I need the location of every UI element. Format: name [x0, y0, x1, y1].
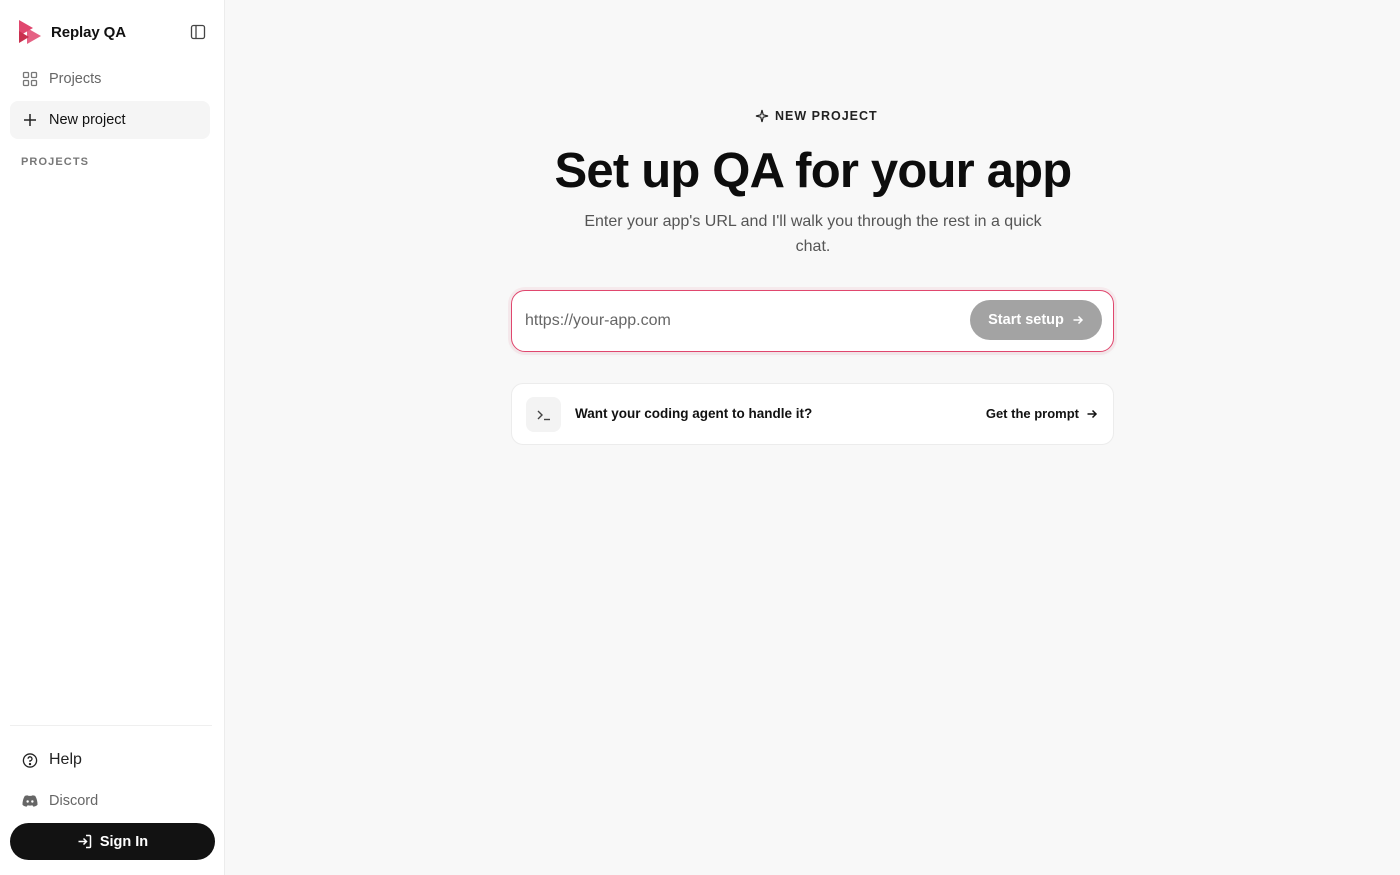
grid-icon: [22, 71, 38, 87]
sparkle-icon: [755, 109, 769, 123]
sidebar-toggle-icon[interactable]: [188, 22, 208, 42]
help-circle-icon: [22, 752, 38, 768]
eyebrow: NEW PROJECT: [755, 108, 878, 124]
discord-label: Discord: [49, 793, 99, 809]
help-label: Help: [49, 751, 82, 768]
sidebar-item-label: New project: [49, 112, 126, 128]
coding-agent-text: Want your coding agent to handle it?: [575, 406, 813, 421]
page-subtitle: Enter your app's URL and I'll walk you t…: [584, 213, 1042, 255]
sidebar-item-new-project[interactable]: New project: [10, 101, 210, 139]
sidebar-item-label: Projects: [49, 71, 102, 87]
brand[interactable]: Replay QA: [18, 18, 126, 46]
help-link[interactable]: Help: [10, 741, 210, 779]
replay-logo-icon: [19, 20, 41, 44]
get-prompt-label: Get the prompt: [985, 406, 1079, 421]
projects-section-label: PROJECTS: [21, 156, 90, 168]
arrow-right-icon: [1087, 409, 1098, 418]
url-input[interactable]: [525, 307, 965, 335]
sidebar: Replay QA Projects New project PROJECTS: [0, 0, 225, 875]
arrow-right-icon: [1073, 315, 1083, 325]
url-form: Start setup: [511, 290, 1114, 352]
sign-in-icon: [78, 834, 92, 849]
sign-in-button[interactable]: Sign In: [10, 823, 215, 860]
sidebar-divider: [10, 725, 212, 726]
discord-link[interactable]: Discord: [10, 782, 210, 820]
discord-icon: [22, 793, 38, 809]
plus-icon: [22, 112, 38, 128]
start-setup-label: Start setup: [988, 312, 1064, 328]
start-setup-button[interactable]: Start setup: [970, 300, 1102, 340]
terminal-icon: [526, 397, 561, 432]
sign-in-label: Sign In: [99, 833, 149, 850]
app-name: Replay QA: [51, 23, 126, 41]
page-title: Set up QA for your app: [554, 144, 1073, 198]
get-prompt-link[interactable]: Get the prompt: [986, 406, 1098, 421]
coding-agent-card: Want your coding agent to handle it? Get…: [511, 383, 1114, 445]
sidebar-item-projects[interactable]: Projects: [10, 60, 210, 98]
eyebrow-label: NEW PROJECT: [775, 109, 878, 123]
